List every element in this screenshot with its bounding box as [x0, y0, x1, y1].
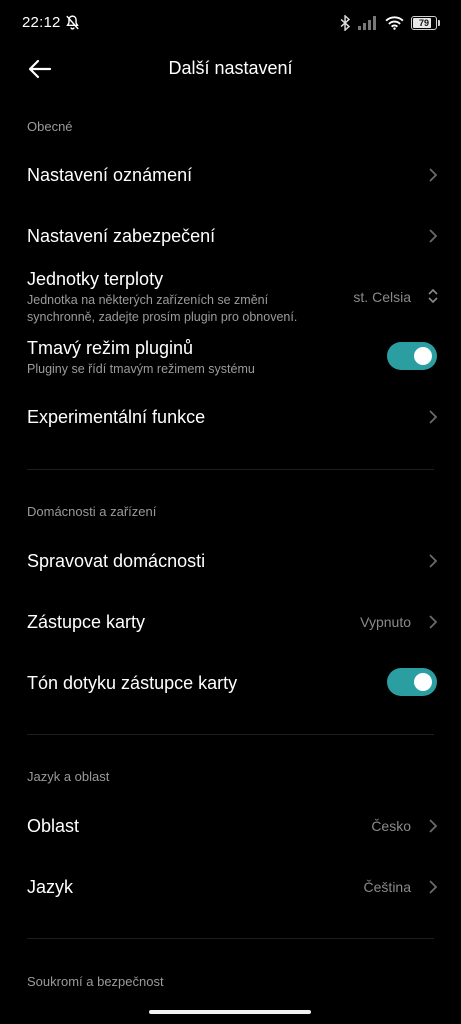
- region-row[interactable]: Oblast Česko: [0, 796, 461, 856]
- battery-icon: 79: [411, 16, 440, 30]
- manage-homes-row[interactable]: Spravovat domácnosti: [0, 531, 461, 591]
- section-title-privacy: Soukromí a bezpečnost: [27, 974, 164, 989]
- wifi-icon: [385, 16, 404, 30]
- section-title-general: Obecné: [27, 119, 73, 134]
- card-proxy-row[interactable]: Zástupce karty Vypnuto: [0, 592, 461, 652]
- chevron-right-icon: [429, 554, 438, 568]
- section-title-homes: Domácnosti a zařízení: [27, 504, 157, 519]
- bluetooth-icon: [340, 15, 351, 31]
- chevron-right-icon: [429, 168, 438, 182]
- status-bar: 22:12 79: [0, 0, 461, 46]
- chevron-right-icon: [429, 229, 438, 243]
- region-value: Česko: [371, 818, 411, 834]
- signal-icon: [358, 16, 376, 30]
- language-row[interactable]: Jazyk Čeština: [0, 857, 461, 917]
- plugin-dark-mode-row: Tmavý režim pluginů Pluginy se řídí tmav…: [0, 335, 461, 385]
- card-touch-tone-toggle[interactable]: [387, 668, 437, 696]
- row-label: Spravovat domácnosti: [27, 551, 206, 571]
- row-label: Jazyk: [27, 877, 74, 897]
- battery-level: 79: [418, 18, 429, 28]
- security-settings-row[interactable]: Nastavení zabezpečení: [0, 206, 461, 266]
- section-title-language: Jazyk a oblast: [27, 769, 110, 784]
- temperature-unit-value: st. Celsia: [353, 289, 411, 305]
- section-divider: [27, 469, 434, 470]
- section-divider: [27, 734, 434, 735]
- chevron-right-icon: [429, 410, 438, 424]
- experimental-features-row[interactable]: Experimentální funkce: [0, 387, 461, 447]
- row-label: Nastavení oznámení: [27, 165, 193, 185]
- page-title: Další nastavení: [168, 58, 293, 78]
- notification-settings-row[interactable]: Nastavení oznámení: [0, 145, 461, 205]
- chevron-right-icon: [429, 819, 438, 833]
- plugin-dark-mode-toggle[interactable]: [387, 342, 437, 370]
- card-proxy-value: Vypnuto: [360, 614, 411, 630]
- status-time: 22:12: [22, 14, 61, 31]
- app-header: Další nastavení: [0, 46, 461, 92]
- row-label: Experimentální funkce: [27, 407, 206, 427]
- row-label: Tmavý režim pluginů: [27, 338, 194, 358]
- row-label: Oblast: [27, 816, 80, 836]
- row-label: Tón dotyku zástupce karty: [27, 673, 238, 693]
- notifications-muted-icon: [66, 15, 79, 30]
- home-indicator[interactable]: [149, 1010, 311, 1014]
- row-description: Pluginy se řídí tmavým režimem systému: [27, 362, 255, 376]
- temperature-units-row[interactable]: Jednotky terploty Jednotka na některých …: [0, 266, 461, 332]
- status-icons: 79: [340, 13, 440, 33]
- row-label: Zástupce karty: [27, 612, 146, 632]
- settings-screen: 22:12 79 Další nastavení Obecné Nastaven…: [0, 0, 461, 1024]
- card-touch-tone-row: Tón dotyku zástupce karty: [0, 653, 461, 713]
- row-description: Jednotka na některých zařízeních se změn…: [27, 293, 298, 324]
- row-label: Jednotky terploty: [27, 269, 164, 289]
- section-divider: [27, 938, 434, 939]
- up-down-chevron-icon: [428, 288, 438, 304]
- row-label: Nastavení zabezpečení: [27, 226, 216, 246]
- chevron-right-icon: [429, 880, 438, 894]
- chevron-right-icon: [429, 615, 438, 629]
- language-value: Čeština: [363, 879, 411, 895]
